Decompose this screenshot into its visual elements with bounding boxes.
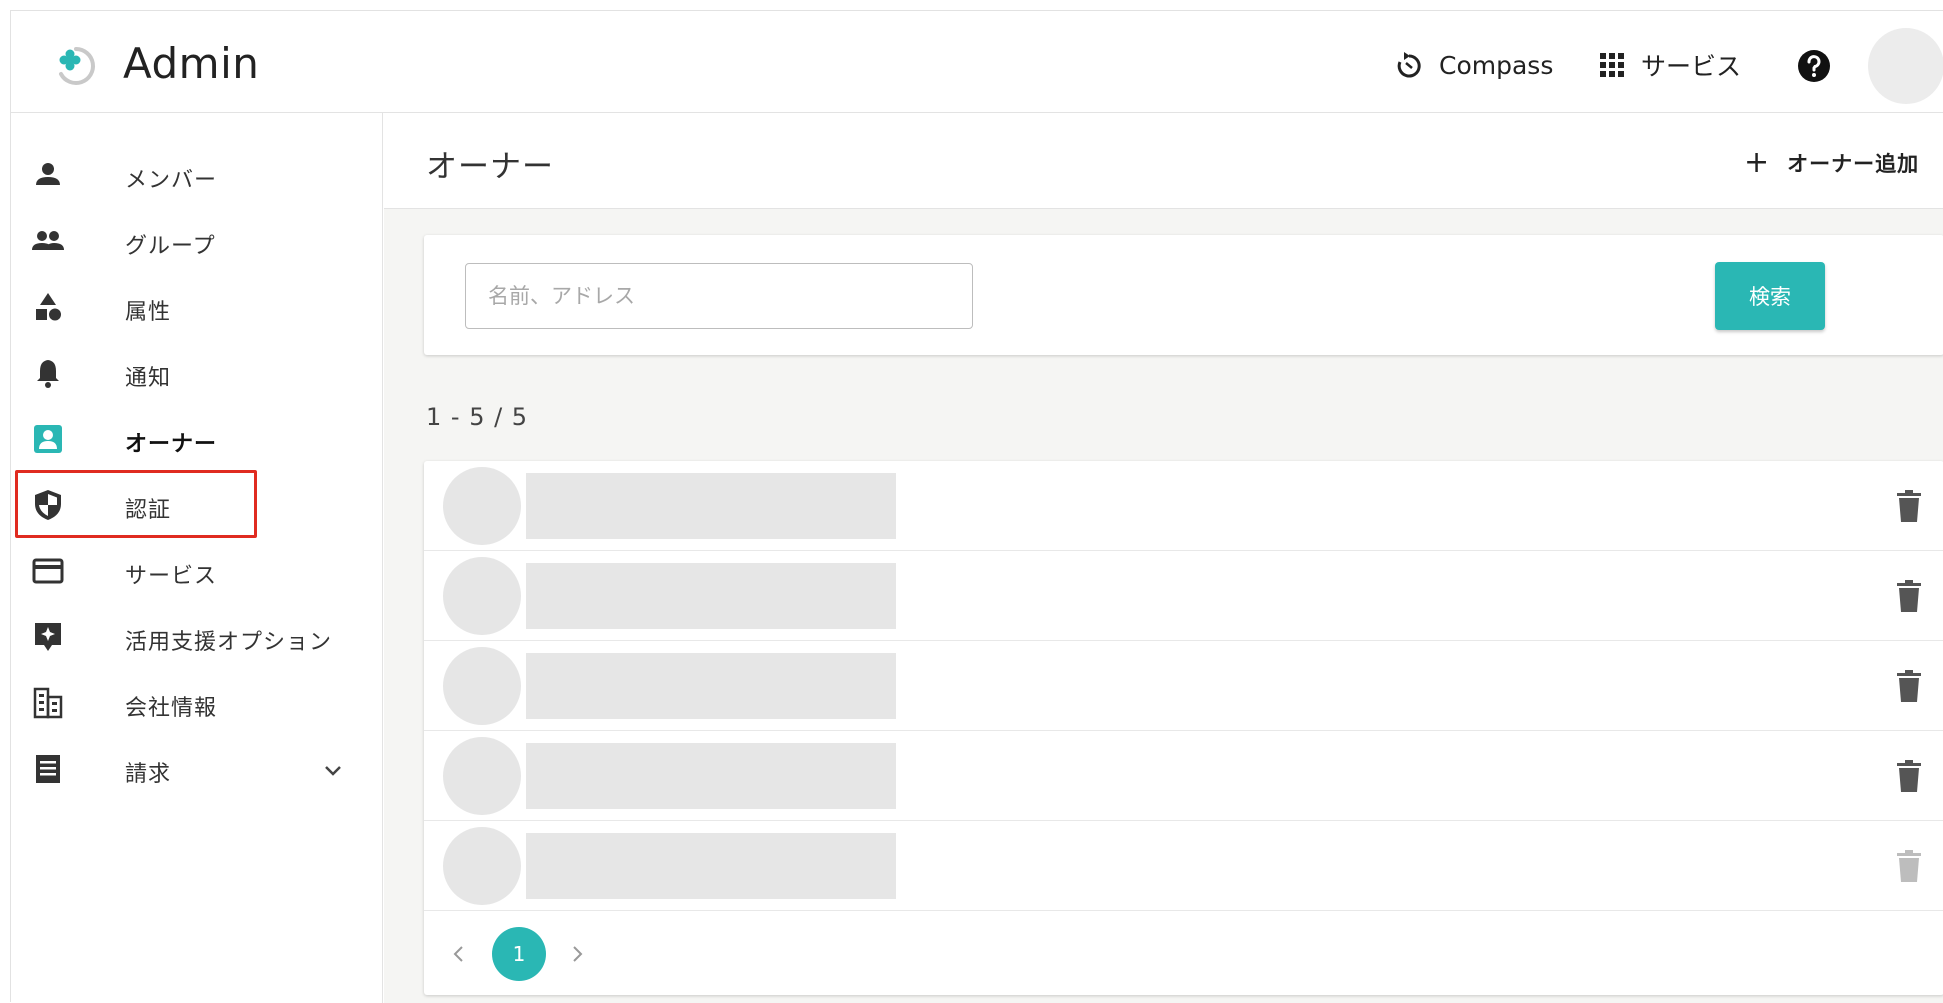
- sidebar: メンバー グループ 属性 通知 オーナー 認証 サービス 活用支援オプション 会…: [11, 113, 383, 1003]
- search-card: 検索: [424, 235, 1943, 355]
- sidebar-item-label: サービス: [125, 564, 218, 589]
- list-item: [424, 461, 1943, 551]
- avatar-placeholder: [443, 557, 521, 635]
- sidebar-item-label: 活用支援オプション: [125, 630, 333, 655]
- name-placeholder: [526, 653, 896, 719]
- trash-icon-disabled: [1897, 850, 1921, 882]
- app-window: Admin Compass サービス メンバー グループ 属性 通知 オーナー …: [10, 10, 1943, 1003]
- search-button[interactable]: 検索: [1715, 262, 1825, 330]
- pagination: 1: [424, 913, 1024, 995]
- bell-icon: [37, 360, 59, 388]
- list-item: [424, 731, 1943, 821]
- receipt-icon: [36, 755, 60, 783]
- people-icon: [32, 231, 64, 250]
- person-icon: [36, 163, 60, 185]
- services-menu[interactable]: サービス: [1599, 45, 1741, 85]
- avatar-placeholder: [443, 737, 521, 815]
- sparkle-box-icon: [35, 623, 61, 651]
- app-logo-icon: [59, 47, 95, 85]
- sidebar-item-owners[interactable]: オーナー: [11, 405, 383, 473]
- sidebar-item-attributes[interactable]: 属性: [11, 273, 383, 341]
- sidebar-item-label: 請求: [125, 762, 172, 787]
- apps-grid-icon: [1600, 53, 1624, 77]
- owner-list: 1: [424, 461, 1943, 995]
- shapes-icon: [36, 293, 61, 321]
- sidebar-item-label: オーナー: [125, 432, 218, 457]
- avatar-placeholder: [443, 467, 521, 545]
- name-placeholder: [526, 743, 896, 809]
- main-content: オーナー + オーナー追加 検索 1 - 5 / 5: [384, 113, 1943, 1003]
- search-input[interactable]: [465, 263, 973, 329]
- compass-icon: [1397, 52, 1421, 78]
- trash-icon[interactable]: [1895, 759, 1923, 793]
- page-number-current[interactable]: 1: [492, 927, 546, 981]
- chevron-left-icon[interactable]: [444, 939, 474, 969]
- sidebar-item-label: グループ: [125, 234, 216, 259]
- chevron-down-icon[interactable]: [321, 758, 345, 782]
- name-placeholder: [526, 473, 896, 539]
- sidebar-item-label: メンバー: [125, 168, 218, 193]
- sidebar-item-notifications[interactable]: 通知: [11, 339, 383, 407]
- sidebar-item-services[interactable]: サービス: [11, 537, 383, 605]
- avatar-placeholder: [443, 647, 521, 725]
- name-placeholder: [526, 563, 896, 629]
- list-item: [424, 821, 1943, 911]
- top-header: Admin Compass サービス: [11, 11, 1943, 113]
- sidebar-item-label: 会社情報: [125, 696, 218, 721]
- app-title: Admin: [123, 39, 260, 88]
- sidebar-item-billing[interactable]: 請求: [11, 735, 383, 803]
- trash-icon[interactable]: [1895, 489, 1923, 523]
- trash-icon[interactable]: [1895, 579, 1923, 613]
- sidebar-item-members[interactable]: メンバー: [11, 141, 383, 209]
- user-avatar[interactable]: [1868, 28, 1943, 104]
- avatar-placeholder: [443, 827, 521, 905]
- building-icon: [33, 687, 63, 719]
- add-owner-button[interactable]: + オーナー追加: [1744, 145, 1919, 181]
- card-icon: [32, 558, 64, 584]
- compass-link[interactable]: Compass: [1395, 45, 1553, 85]
- sidebar-item-label: 属性: [125, 300, 172, 325]
- list-item: [424, 551, 1943, 641]
- add-owner-label: オーナー追加: [1787, 152, 1920, 176]
- list-item: [424, 641, 1943, 731]
- sidebar-item-groups[interactable]: グループ: [11, 207, 383, 275]
- trash-icon[interactable]: [1895, 669, 1923, 703]
- chevron-right-icon[interactable]: [562, 939, 592, 969]
- page-header: オーナー + オーナー追加: [384, 113, 1943, 209]
- result-count: 1 - 5 / 5: [426, 403, 529, 431]
- sidebar-item-label: 通知: [125, 366, 172, 391]
- page-title: オーナー: [426, 149, 554, 185]
- name-placeholder: [526, 833, 896, 899]
- help-icon[interactable]: [1797, 49, 1831, 83]
- sidebar-item-support-options[interactable]: 活用支援オプション: [11, 603, 383, 671]
- highlight-annotation: [15, 470, 257, 538]
- compass-label: Compass: [1439, 50, 1554, 80]
- sidebar-item-company-info[interactable]: 会社情報: [11, 669, 383, 737]
- services-label: サービス: [1641, 52, 1742, 81]
- account-box-icon: [34, 425, 62, 453]
- plus-icon: +: [1744, 145, 1770, 180]
